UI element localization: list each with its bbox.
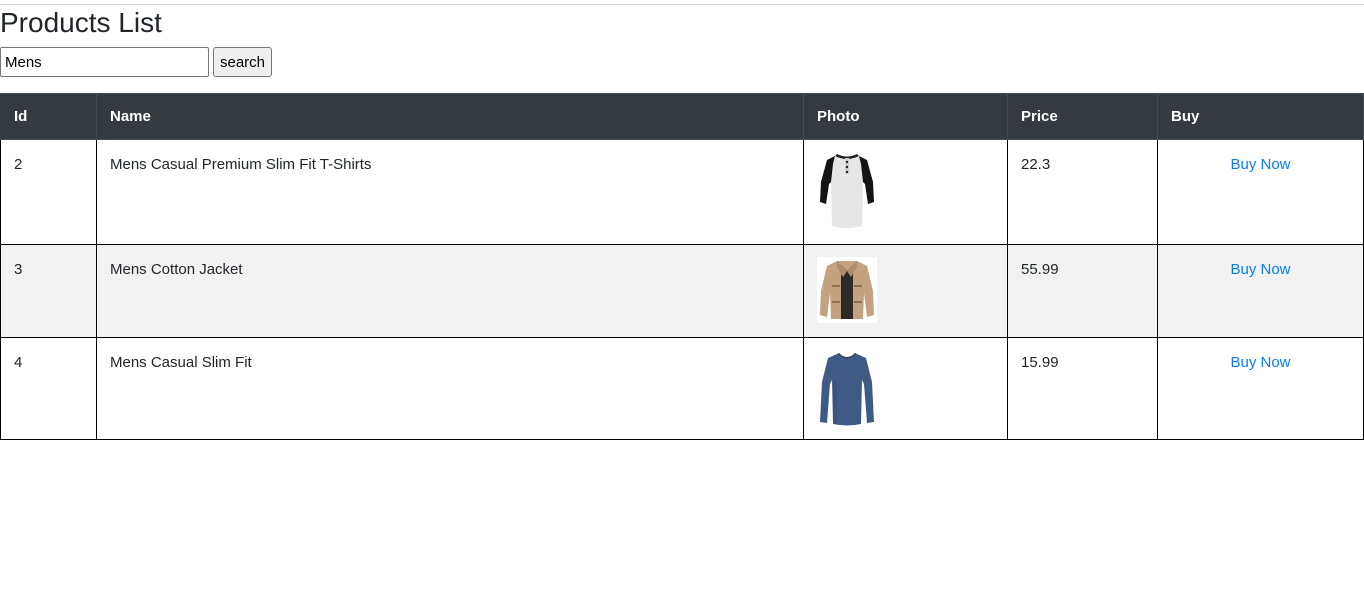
cell-price: 22.3 xyxy=(1007,139,1158,245)
khaki-jacket-image xyxy=(817,257,877,323)
header-photo: Photo xyxy=(803,93,1008,140)
cell-buy: Buy Now xyxy=(1157,244,1364,338)
cell-name: Mens Cotton Jacket xyxy=(96,244,804,338)
cell-photo xyxy=(803,337,1008,440)
buy-now-link[interactable]: Buy Now xyxy=(1230,156,1290,173)
products-table: Id Name Photo Price Buy 2 Mens Casual Pr… xyxy=(0,93,1364,440)
cell-name: Mens Casual Premium Slim Fit T-Shirts xyxy=(96,139,804,245)
table-row: 3 Mens Cotton Jacket 55.99 Buy Now xyxy=(0,244,1364,338)
blue-longsleeve-image xyxy=(820,353,874,426)
cell-photo xyxy=(803,139,1008,245)
cell-price: 55.99 xyxy=(1007,244,1158,338)
cell-name: Mens Casual Slim Fit xyxy=(96,337,804,440)
search-bar: search xyxy=(0,47,273,77)
cell-price: 15.99 xyxy=(1007,337,1158,440)
buy-now-link[interactable]: Buy Now xyxy=(1230,354,1290,371)
table-header-row: Id Name Photo Price Buy xyxy=(0,93,1364,140)
cell-id: 2 xyxy=(0,139,97,245)
cell-photo xyxy=(803,244,1008,338)
search-button[interactable]: search xyxy=(213,47,273,77)
table-row: 4 Mens Casual Slim Fit 15.99 Buy Now xyxy=(0,337,1364,440)
search-input[interactable] xyxy=(0,47,209,77)
henley-tshirt-image xyxy=(820,154,874,228)
header-name: Name xyxy=(96,93,804,140)
cell-id: 4 xyxy=(0,337,97,440)
table-row: 2 Mens Casual Premium Slim Fit T-Shirts … xyxy=(0,139,1364,245)
buy-now-link[interactable]: Buy Now xyxy=(1230,261,1290,278)
page-title: Products List xyxy=(0,7,162,38)
header-buy: Buy xyxy=(1157,93,1364,140)
header-price: Price xyxy=(1007,93,1158,140)
cell-id: 3 xyxy=(0,244,97,338)
cell-buy: Buy Now xyxy=(1157,337,1364,440)
top-divider xyxy=(0,4,1364,5)
cell-buy: Buy Now xyxy=(1157,139,1364,245)
header-id: Id xyxy=(0,93,97,140)
